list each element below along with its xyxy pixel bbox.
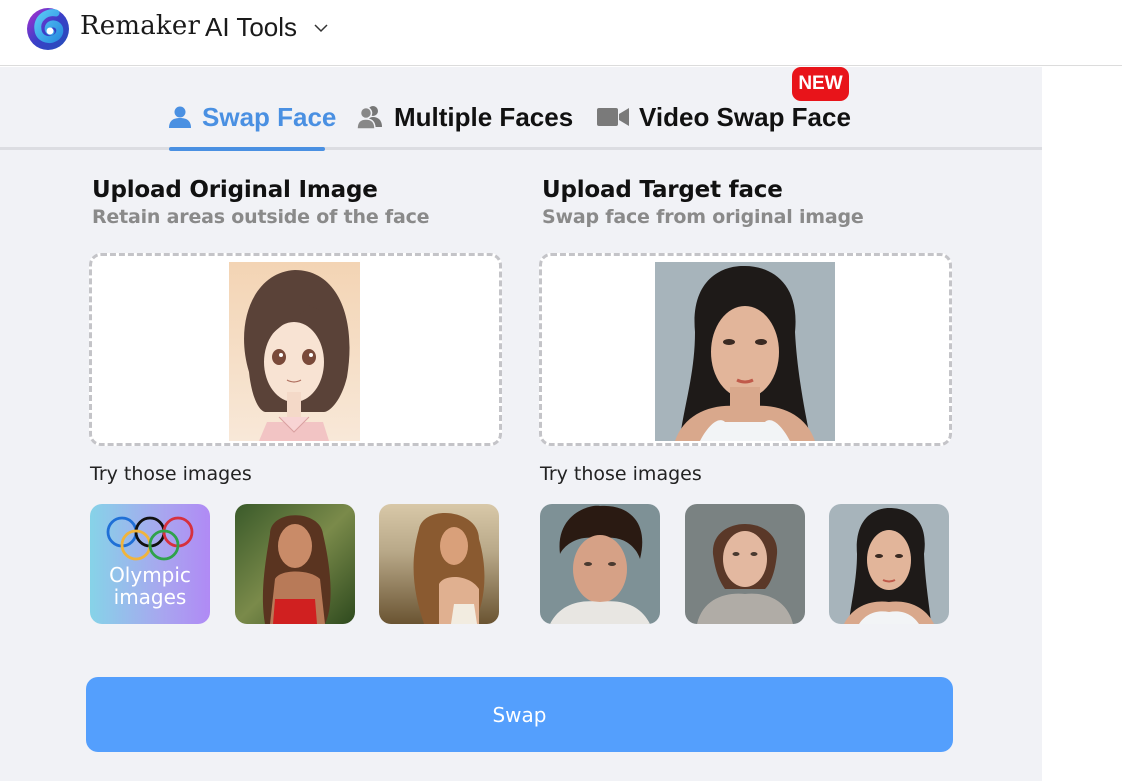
- chevron-down-icon[interactable]: [313, 22, 329, 34]
- tab-video-swap-face[interactable]: Video Swap Face: [597, 97, 851, 137]
- tabs-divider: [0, 147, 1042, 150]
- brand-name[interactable]: Remaker: [80, 11, 200, 41]
- tab-label: Multiple Faces: [394, 101, 574, 132]
- remaker-logo-icon[interactable]: [26, 7, 70, 51]
- ai-tools-menu[interactable]: AI Tools: [205, 12, 297, 43]
- target-face-section: Upload Target face Swap face from origin…: [539, 177, 954, 624]
- top-bar: Remaker AI Tools: [0, 0, 1122, 66]
- swap-face-panel: Swap Face Multiple Faces Video Swap Face…: [0, 67, 1042, 781]
- tab-label: Swap Face: [202, 101, 337, 132]
- olympic-rings-icon: [106, 516, 194, 561]
- target-subtitle: Swap face from original image: [542, 206, 864, 228]
- olympic-label: Olympic images: [90, 564, 210, 608]
- original-try-label: Try those images: [90, 463, 252, 485]
- sample-photo-woman-red-top[interactable]: [235, 504, 355, 624]
- sample-photo-woman-beach[interactable]: [379, 504, 499, 624]
- original-image-section: Upload Original Image Retain areas outsi…: [89, 177, 504, 624]
- original-sample-list: Olympic images: [90, 504, 502, 624]
- active-tab-indicator: [169, 147, 325, 151]
- target-try-label: Try those images: [540, 463, 702, 485]
- target-face-dropzone[interactable]: [539, 253, 952, 446]
- sample-photo-woman-grey-sweater[interactable]: [685, 504, 805, 624]
- sample-photo-man-curly-hair[interactable]: [540, 504, 660, 624]
- original-preview-image: [229, 262, 360, 441]
- tab-multiple-faces[interactable]: Multiple Faces: [356, 97, 573, 137]
- tab-label: Video Swap Face: [639, 101, 851, 132]
- users-icon: [356, 105, 384, 129]
- original-title: Upload Original Image: [92, 177, 378, 203]
- original-image-dropzone[interactable]: [89, 253, 502, 446]
- sample-olympic-images[interactable]: Olympic images: [90, 504, 210, 624]
- target-sample-list: [540, 504, 952, 624]
- target-preview-image: [655, 262, 835, 441]
- target-title: Upload Target face: [542, 177, 783, 203]
- swap-button[interactable]: Swap: [86, 677, 953, 752]
- user-icon: [168, 105, 192, 129]
- tab-swap-face[interactable]: Swap Face: [168, 97, 336, 137]
- new-badge: NEW: [792, 67, 849, 101]
- olympic-label-line1: Olympic: [109, 563, 191, 587]
- video-camera-icon: [597, 106, 629, 128]
- sample-photo-woman-black-hair[interactable]: [829, 504, 949, 624]
- right-margin: [1042, 67, 1122, 781]
- original-subtitle: Retain areas outside of the face: [92, 206, 430, 228]
- olympic-label-line2: images: [113, 585, 187, 609]
